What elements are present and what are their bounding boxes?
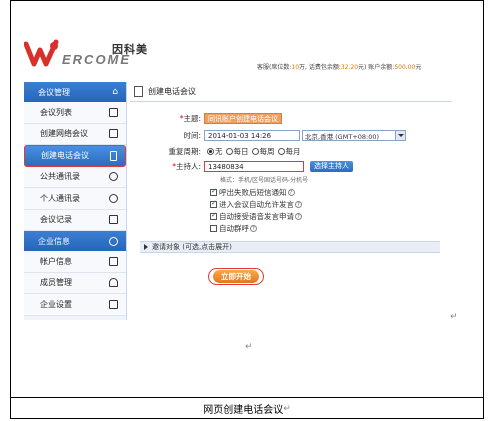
timezone-select[interactable]: 北京,香港 (GMT+08:00) xyxy=(302,130,406,141)
help-icon[interactable]: ? xyxy=(295,201,302,208)
paragraph-mark: ↵ xyxy=(450,312,458,322)
id-card-icon xyxy=(109,256,118,266)
repeat-daily-radio[interactable] xyxy=(225,148,233,155)
page-title: 创建电话会议 xyxy=(148,87,196,96)
sidebar-item-company-settings[interactable]: 企业设置 xyxy=(24,294,126,316)
logo: 因科美 ERCOME xyxy=(24,38,164,68)
help-icon[interactable]: ? xyxy=(295,213,302,220)
start-now-button[interactable]: 立即开始 xyxy=(208,268,264,285)
chevron-down-icon xyxy=(395,131,405,140)
page-title-bar: 创建电话会议 xyxy=(130,82,452,102)
repeat-monthly-radio[interactable] xyxy=(277,148,285,155)
account-summary: 客服(席位数:10万, 话费包余额:32.20元) 账户余额:500.00元 xyxy=(257,64,422,71)
subject-input[interactable]: 同讯账户创建电话会议 xyxy=(204,113,282,124)
list-icon xyxy=(109,107,118,117)
repeat-weekly-radio[interactable] xyxy=(251,148,259,155)
app-screenshot: 因科美 ERCOME 客服(席位数:10万, 话费包余额:32.20元) 账户余… xyxy=(22,30,452,320)
contacts-icon xyxy=(109,172,118,182)
figure-caption: 网页创建电话会议 ↵ xyxy=(10,397,484,419)
sidebar-item-meeting-list[interactable]: 会议列表 xyxy=(24,102,126,124)
clock-icon xyxy=(109,193,118,203)
logo-english: ERCOME xyxy=(62,52,132,67)
plus-icon xyxy=(109,236,118,246)
sidebar-item-account-info[interactable]: 帐户信息 xyxy=(24,251,126,273)
sidebar-item-public-contacts[interactable]: 公共通讯录 xyxy=(24,166,126,188)
sidebar-section-meetings[interactable]: 会议管理 ⌂ xyxy=(24,82,126,102)
records-icon xyxy=(109,215,118,225)
subject-row: *主题: 同讯账户创建电话会议 xyxy=(130,113,282,124)
phone-icon xyxy=(110,150,117,161)
seat-count: 10 xyxy=(291,64,300,71)
user-icon xyxy=(109,278,118,288)
host-row: *主持人: 13480834 选择主持人 xyxy=(130,161,353,172)
sidebar: 会议管理 ⌂ 会议列表 创建网络会议 创建电话会议 公共通讯录 个人通讯录 会议… xyxy=(24,82,127,320)
logo-w-icon xyxy=(24,39,59,67)
sidebar-item-member-management[interactable]: 成员管理 xyxy=(24,272,126,294)
account-balance: 500.00 xyxy=(394,64,416,71)
sidebar-section-company[interactable]: 企业信息 xyxy=(24,231,126,251)
time-row: 时间: 2014-01-03 14:26 北京,香港 (GMT+08:00) xyxy=(130,130,406,141)
document-icon xyxy=(134,86,143,97)
auto-call-checkbox[interactable] xyxy=(210,225,217,232)
host-input[interactable]: 13480834 xyxy=(204,161,304,172)
option-sms-notify: 呼出失败后短信通知 ? xyxy=(210,187,295,198)
sidebar-item-create-web-meeting[interactable]: 创建网络会议 xyxy=(24,123,126,145)
select-host-button[interactable]: 选择主持人 xyxy=(310,161,353,172)
monitor-icon xyxy=(109,129,118,139)
sms-notify-checkbox[interactable] xyxy=(210,187,217,196)
sidebar-item-create-phone-meeting[interactable]: 创建电话会议 xyxy=(24,145,126,167)
option-auto-speak: 进入会议自动允许发言 ? xyxy=(210,199,302,210)
option-auto-call: 自动群呼 ? xyxy=(210,223,257,234)
option-auto-accept: 自动接受语音发言申请 ? xyxy=(210,211,302,222)
invite-expander[interactable]: 邀请对象 (可选,点击展开) xyxy=(140,241,440,253)
package-balance: 32.20 xyxy=(340,64,359,71)
expand-arrow-icon xyxy=(144,244,148,250)
header: 因科美 ERCOME 客服(席位数:10万, 话费包余额:32.20元) 账户余… xyxy=(22,30,452,75)
briefcase-icon xyxy=(109,299,118,309)
help-icon[interactable]: ? xyxy=(287,189,295,196)
home-icon: ⌂ xyxy=(112,87,118,97)
paragraph-mark: ↵ xyxy=(245,342,253,352)
main-panel: 创建电话会议 *主题: 同讯账户创建电话会议 时间: 2014-01-03 14… xyxy=(130,82,452,320)
auto-accept-checkbox[interactable] xyxy=(210,211,217,220)
repeat-none-radio[interactable] xyxy=(207,148,214,155)
repeat-row: 重复周期: 无 每日 每周 每月 xyxy=(168,147,301,156)
host-hint: 格式：手机/区号固话号码-分机号 xyxy=(220,177,309,184)
time-input[interactable]: 2014-01-03 14:26 xyxy=(204,130,300,141)
sidebar-item-meeting-records[interactable]: 会议记录 xyxy=(24,209,126,231)
sidebar-item-personal-contacts[interactable]: 个人通讯录 xyxy=(24,188,126,210)
help-icon[interactable]: ? xyxy=(250,225,257,232)
auto-speak-checkbox[interactable] xyxy=(210,199,217,208)
